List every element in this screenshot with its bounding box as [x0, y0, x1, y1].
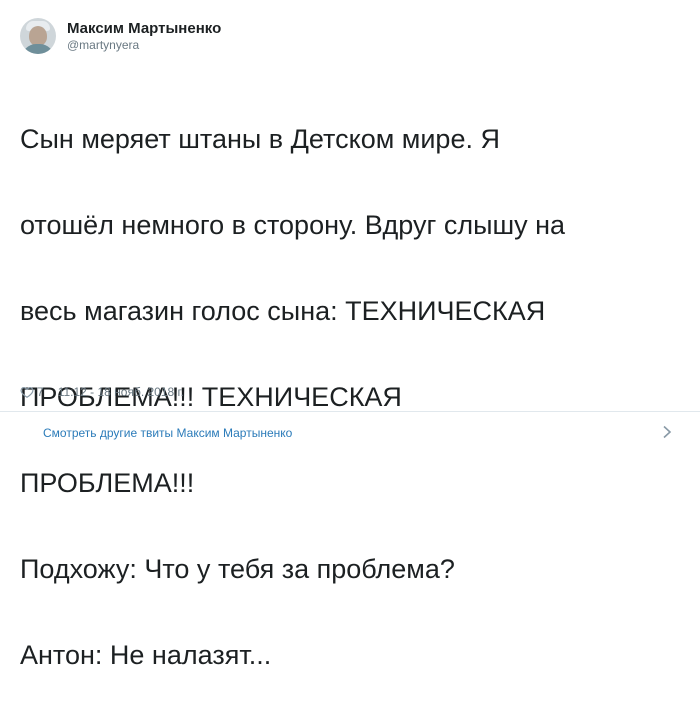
avatar-shoulders [22, 44, 54, 54]
tweet-text-line: Антон: Не налазят... [20, 640, 272, 670]
more-tweets-label[interactable]: Смотреть другие твиты Максим Мартыненко [43, 426, 292, 440]
like-count: 7 [37, 385, 44, 399]
tweet-text-line: Подхожу: Что у тебя за проблема? [20, 554, 455, 584]
tweet-text-line: ПРОБЛЕМА!!! [20, 468, 195, 498]
tweet-timestamp[interactable]: 11:12 - 18 нояб. 2018 г. [58, 385, 184, 399]
tweet-text-line: весь магазин голос сына: ТЕХНИЧЕСКАЯ [20, 296, 546, 326]
tweet-text-line: отошёл немного в сторону. Вдруг слышу на [20, 210, 566, 240]
author-handle[interactable]: @martynyera [67, 38, 221, 53]
tweet-meta: 7 11:12 - 18 нояб. 2018 г. [20, 385, 184, 399]
tweet-card: Максим Мартыненко @martynyera Сын меряет… [0, 0, 700, 670]
avatar[interactable] [20, 18, 56, 54]
chevron-right-icon[interactable] [662, 425, 672, 439]
author-names: Максим Мартыненко @martynyera [67, 20, 221, 53]
tweet-header: Максим Мартыненко @martynyera [20, 18, 221, 54]
author-display-name[interactable]: Максим Мартыненко [67, 20, 221, 38]
heart-outline-icon[interactable] [20, 385, 34, 399]
more-tweets-link[interactable]: Смотреть другие твиты Максим Мартыненко [0, 412, 700, 453]
tweet-text-line: Сын меряет штаны в Детском мире. Я [20, 124, 500, 154]
avatar-face [29, 26, 47, 46]
